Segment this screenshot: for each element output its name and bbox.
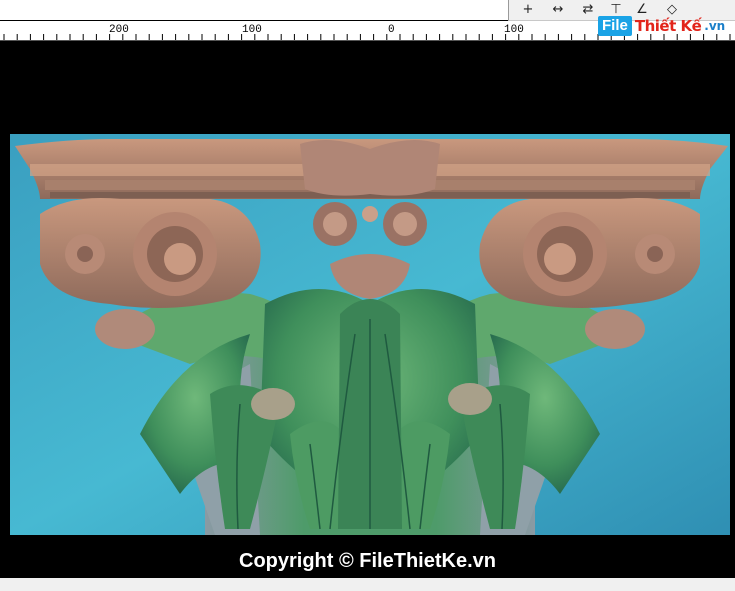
measure-width-icon[interactable]: ↔ xyxy=(545,0,571,19)
crosshair-icon[interactable]: + xyxy=(515,0,541,19)
ruler-label: 0 xyxy=(388,24,395,36)
ruler-label: 100 xyxy=(504,24,524,36)
column-capital-render xyxy=(10,134,730,535)
ruler-label: 200 xyxy=(109,24,129,36)
logo-file-badge: File xyxy=(598,16,632,36)
logo-vn-text: .vn xyxy=(704,19,726,33)
ruler-label: 100 xyxy=(242,24,262,36)
3d-viewport[interactable] xyxy=(10,134,730,535)
status-bar xyxy=(0,578,735,591)
watermark-logo: File Thiết Kế .vn xyxy=(598,14,725,38)
copyright-text: Copyright © FileThietKe.vn xyxy=(239,550,496,572)
logo-thietke-text: Thiết Kế xyxy=(634,17,702,35)
